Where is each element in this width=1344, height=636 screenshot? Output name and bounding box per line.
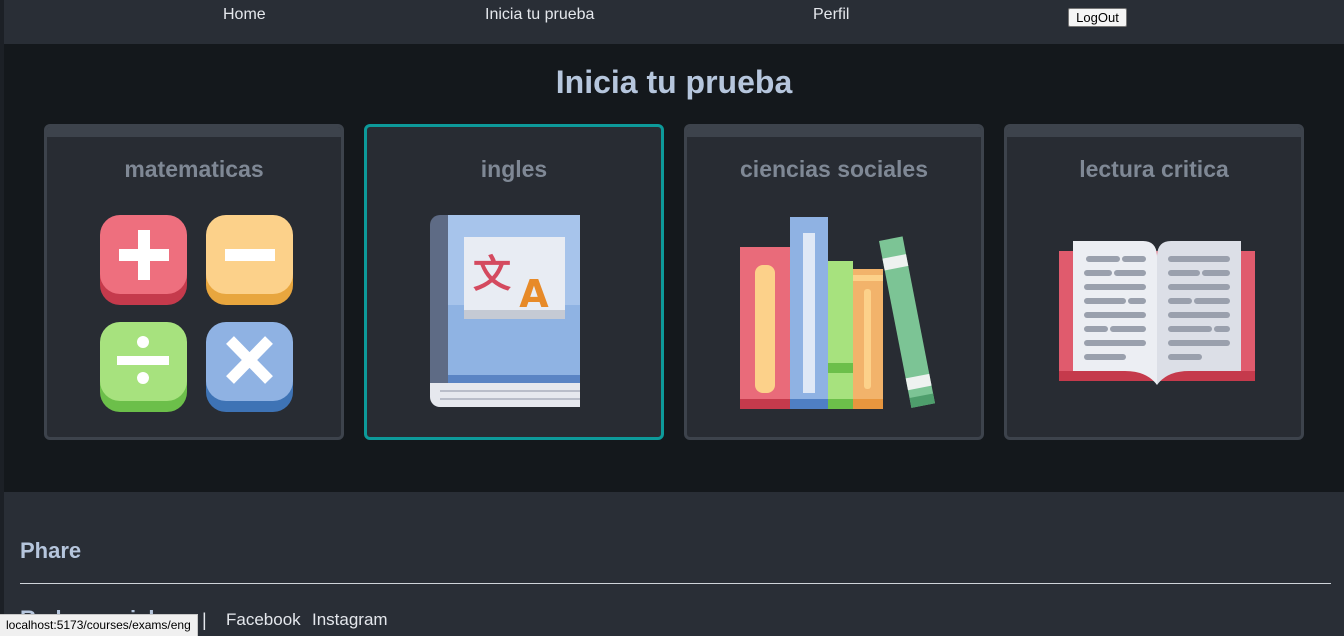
main-section: Inicia tu prueba matematicas ingles 文 A … xyxy=(4,44,1344,492)
footer: Phare Redes sociales | Facebook Instagra… xyxy=(4,492,1344,635)
svg-text:A: A xyxy=(519,272,549,316)
top-navbar: Home Inicia tu prueba Perfil LogOut xyxy=(4,0,1344,44)
footer-brand: Phare xyxy=(20,538,82,563)
nav-profile-link[interactable]: Perfil xyxy=(813,6,849,24)
page-title: Inicia tu prueba xyxy=(555,64,793,100)
link-preview-status: localhost:5173/courses/exams/eng xyxy=(0,614,198,636)
course-title: ciencias sociales xyxy=(740,156,928,182)
course-title: lectura critica xyxy=(1079,156,1229,182)
course-title: matematicas xyxy=(124,156,264,182)
math-operations-icon xyxy=(100,215,293,412)
window-edge xyxy=(0,0,4,635)
svg-text:文: 文 xyxy=(473,252,511,296)
logout-button[interactable]: LogOut xyxy=(1068,8,1127,27)
course-card-matematicas[interactable]: matematicas xyxy=(44,124,344,440)
translation-book-icon: 文 A xyxy=(430,215,580,407)
course-card-ingles[interactable]: ingles 文 A xyxy=(364,124,664,440)
footer-separator: | xyxy=(202,610,207,630)
books-icon xyxy=(740,217,935,409)
course-card-lectura-critica[interactable]: lectura critica xyxy=(1004,124,1304,440)
nav-home-link[interactable]: Home xyxy=(223,6,266,24)
nav-start-test-link[interactable]: Inicia tu prueba xyxy=(485,6,594,24)
open-book-icon xyxy=(1059,241,1255,385)
course-card-ciencias-sociales[interactable]: ciencias sociales xyxy=(684,124,984,440)
instagram-link[interactable]: Instagram xyxy=(312,610,388,630)
facebook-link[interactable]: Facebook xyxy=(226,610,301,630)
footer-divider xyxy=(20,583,1331,584)
course-title: ingles xyxy=(480,156,548,182)
